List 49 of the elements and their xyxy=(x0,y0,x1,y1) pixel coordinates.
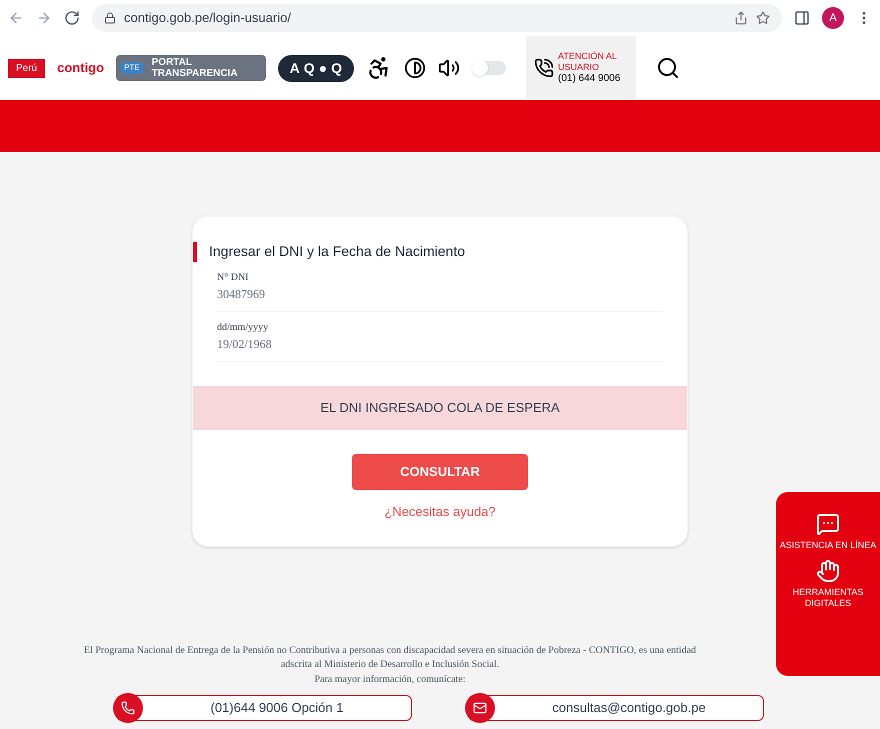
form-title: Ingresar el DNI y la Fecha de Nacimiento xyxy=(209,242,465,261)
profile-avatar[interactable]: A xyxy=(822,7,844,29)
contigo-logo[interactable]: contigo xyxy=(57,58,104,78)
status-alert: EL DNI INGRESADO COLA DE ESPERA xyxy=(193,386,687,430)
footer-text: El Programa Nacional de Entrega de la Pensión no Contributiva a personas con discapacidad severa en situación de Pobreza - CONTIGO, es una entidad adscrita al Ministerio de Desarrollo e Inclusión Social. xyxy=(82,644,698,672)
side-panel-button[interactable]: HERRAMIENTAS DIGITALES xyxy=(776,559,880,609)
side-panel-button[interactable]: ASISTENCIA EN LÍNEA xyxy=(780,512,876,551)
portal-badge: PTE xyxy=(120,62,144,74)
share-icon[interactable] xyxy=(734,11,748,25)
contact-pill[interactable]: consultas@contigo.gob.pe xyxy=(468,695,764,721)
contact-prompt: Para mayor información, comunícate: xyxy=(314,673,466,687)
sound-toggle[interactable] xyxy=(472,61,506,75)
field-label: N° DNI xyxy=(217,271,250,285)
portal-text: PORTAL TRANSPARENCIA xyxy=(152,57,239,79)
side-panel-icon[interactable] xyxy=(794,10,810,26)
field-label: dd/mm/yyyy xyxy=(217,321,270,335)
speaker-icon[interactable] xyxy=(438,57,460,79)
help-link[interactable]: ¿Necesitas ayuda? xyxy=(384,502,496,522)
field-value: 19/02/1968 xyxy=(217,336,273,353)
peru-logo[interactable]: Perú xyxy=(8,58,46,78)
accessibility-button[interactable]: Q xyxy=(331,58,342,78)
url-text: contigo.gob.pe/login-usuario/ xyxy=(124,9,291,28)
back-icon[interactable] xyxy=(8,10,24,26)
accessibility-button[interactable]: Q xyxy=(304,58,315,78)
accessibility-button[interactable]: A xyxy=(290,58,300,78)
transparency-portal-button[interactable]: PTE PORTAL TRANSPARENCIA xyxy=(116,55,266,81)
forward-icon[interactable] xyxy=(36,10,52,26)
contrast-icon[interactable] xyxy=(404,57,426,79)
mail-icon xyxy=(465,693,495,723)
contact-text: (01)644 9006 Opción 1 xyxy=(210,699,344,718)
chat-icon xyxy=(816,512,840,536)
reload-icon[interactable] xyxy=(64,10,80,26)
contact-text: consultas@contigo.gob.pe xyxy=(551,699,707,718)
form-field[interactable]: N° DNI 30487969 xyxy=(217,270,663,312)
title-accent xyxy=(193,242,197,262)
consultar-button[interactable]: CONSULTAR xyxy=(352,454,528,490)
hand-icon xyxy=(816,559,840,583)
contact-pill[interactable]: (01)644 9006 Opción 1 xyxy=(116,695,412,721)
search-icon[interactable] xyxy=(656,56,680,80)
form-field[interactable]: dd/mm/yyyy 19/02/1968 xyxy=(217,320,663,362)
phone-icon xyxy=(113,693,143,723)
address-bar[interactable]: contigo.gob.pe/login-usuario/ xyxy=(92,4,782,32)
support-phone: (01) 644 9006 xyxy=(558,73,622,85)
support-title: ATENCIÓN AL USUARIO xyxy=(558,51,618,73)
field-value: 30487969 xyxy=(217,286,266,303)
lock-icon xyxy=(104,12,116,24)
phone-icon xyxy=(534,58,554,78)
star-icon[interactable] xyxy=(756,11,770,25)
accessibility-button[interactable]: ● xyxy=(318,58,328,78)
